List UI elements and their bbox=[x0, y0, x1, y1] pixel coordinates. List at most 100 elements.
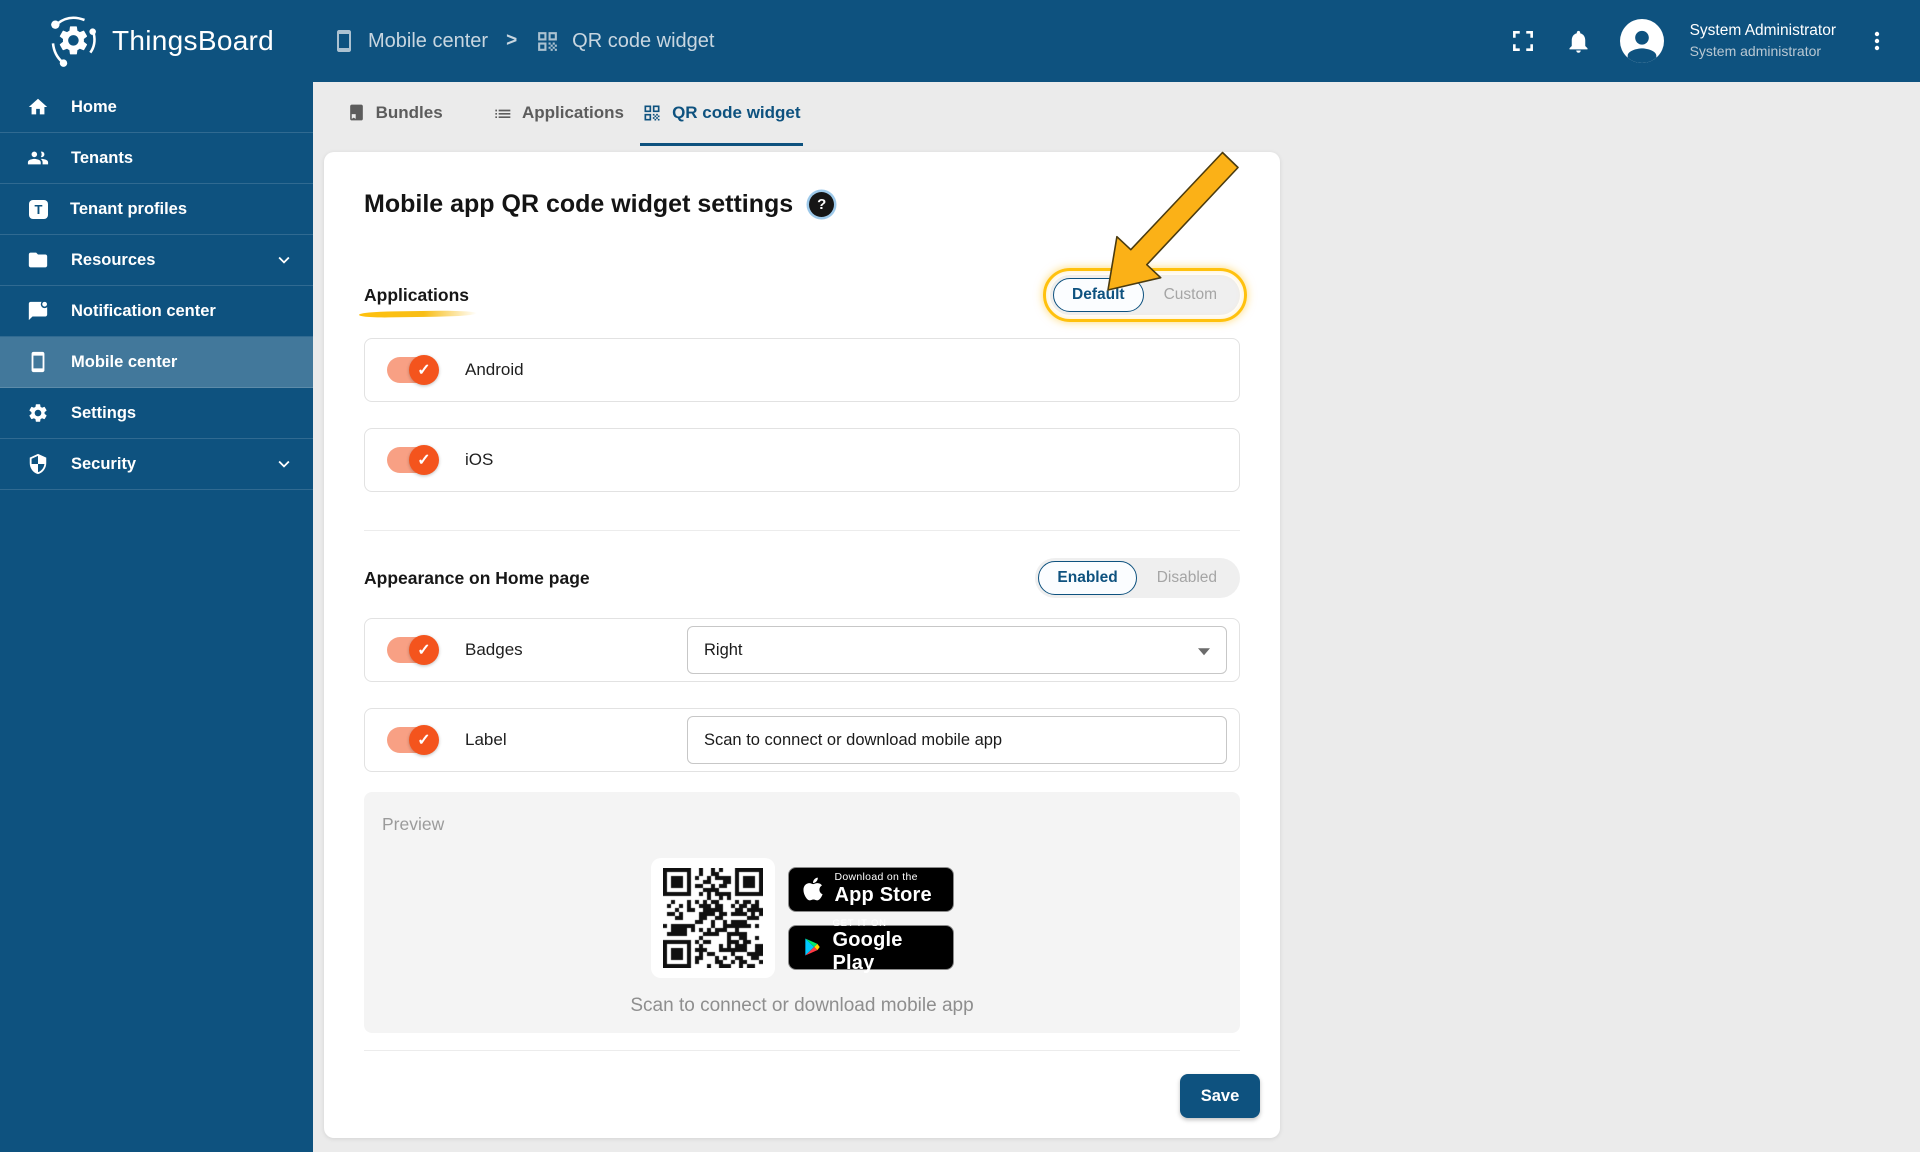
badges-toggle[interactable] bbox=[387, 635, 439, 665]
yellow-marker-annotation bbox=[358, 309, 478, 318]
folder-icon bbox=[28, 252, 48, 268]
appearance-section-heading: Appearance on Home page bbox=[364, 567, 590, 588]
chevron-down-icon bbox=[278, 460, 290, 468]
badges-position-select[interactable]: Right bbox=[687, 626, 1227, 674]
tab-label: QR code widget bbox=[672, 102, 801, 122]
badge-title: App Store bbox=[834, 883, 932, 906]
state-toggle-group: Enabled Disabled bbox=[1035, 558, 1240, 598]
section-divider bbox=[364, 530, 1240, 531]
badges-label: Badges bbox=[465, 640, 523, 659]
avatar[interactable] bbox=[1619, 19, 1664, 63]
qr-code-icon bbox=[538, 31, 558, 51]
settings-icon bbox=[29, 404, 47, 422]
android-toggle[interactable] bbox=[387, 355, 439, 385]
label-text-input[interactable] bbox=[687, 716, 1227, 764]
preview-panel: Preview Download on the App Store GET IT… bbox=[364, 792, 1240, 1033]
android-row: Android bbox=[364, 338, 1240, 402]
tab-qr-code-widget[interactable]: QR code widget bbox=[639, 82, 803, 146]
mode-option-custom[interactable]: Custom bbox=[1144, 278, 1237, 312]
badge-subtitle: Download on the bbox=[834, 871, 918, 884]
app-name: ThingsBoard bbox=[112, 25, 275, 56]
page-title: Mobile app QR code widget settings bbox=[364, 189, 794, 218]
bell-icon bbox=[1569, 30, 1588, 53]
security-shield-icon bbox=[29, 453, 47, 475]
preview-caption: Scan to connect or download mobile app bbox=[630, 995, 974, 1016]
app-header: ThingsBoard Mobile center > QR code widg… bbox=[0, 0, 1920, 82]
header-actions: System Administrator System administrato… bbox=[1508, 19, 1920, 63]
sidebar-item-mobile-center[interactable]: Mobile center bbox=[0, 337, 313, 388]
sidebar-item-tenants[interactable]: Tenants bbox=[0, 133, 313, 184]
state-option-enabled[interactable]: Enabled bbox=[1038, 561, 1137, 595]
applications-section-heading: Applications bbox=[358, 285, 478, 318]
tab-bar: Bundles Applications QR code widget bbox=[313, 82, 803, 146]
qr-code-icon bbox=[644, 105, 660, 120]
label-toggle[interactable] bbox=[387, 725, 439, 755]
smartphone-icon bbox=[337, 30, 351, 52]
apple-icon bbox=[802, 877, 823, 901]
mode-toggle-group: Default Custom bbox=[1043, 268, 1247, 322]
breadcrumb: Mobile center > QR code widget bbox=[332, 29, 714, 54]
notifications-button[interactable] bbox=[1564, 26, 1594, 56]
sidebar: Home Tenants T Tenant profiles Resources… bbox=[0, 82, 313, 1152]
more-menu-button[interactable] bbox=[1862, 26, 1892, 56]
list-icon bbox=[495, 109, 511, 118]
user-icon bbox=[1627, 30, 1656, 63]
help-icon[interactable]: ? bbox=[809, 191, 835, 217]
sidebar-item-settings[interactable]: Settings bbox=[0, 388, 313, 439]
home-icon bbox=[28, 98, 48, 115]
qr-code-preview bbox=[650, 858, 775, 978]
tab-label: Applications bbox=[521, 102, 624, 122]
tenants-icon bbox=[27, 151, 49, 165]
badge-subtitle: GET IT ON bbox=[832, 917, 887, 929]
tab-applications[interactable]: Applications bbox=[476, 82, 639, 146]
google-play-badge: GET IT ON Google Play bbox=[787, 918, 954, 974]
sidebar-item-tenant-profiles[interactable]: T Tenant profiles bbox=[0, 184, 313, 235]
mode-option-default[interactable]: Default bbox=[1053, 278, 1144, 312]
breadcrumb-label: Mobile center bbox=[368, 29, 489, 52]
sidebar-item-label: Security bbox=[71, 454, 137, 473]
select-value: Right bbox=[704, 640, 743, 659]
actions-divider bbox=[364, 1050, 1240, 1051]
smartphone-icon bbox=[31, 351, 45, 373]
tenant-profiles-icon: T bbox=[29, 199, 48, 219]
ios-row: iOS bbox=[364, 428, 1240, 492]
bundles-icon bbox=[349, 104, 363, 121]
app-logo[interactable]: ThingsBoard bbox=[0, 13, 332, 69]
sidebar-item-label: Tenants bbox=[71, 148, 134, 167]
tab-label: Bundles bbox=[375, 102, 443, 122]
sidebar-item-resources[interactable]: Resources bbox=[0, 235, 313, 286]
label-label: Label bbox=[465, 730, 507, 749]
fullscreen-button[interactable] bbox=[1508, 26, 1538, 56]
sidebar-item-label: Tenant profiles bbox=[70, 199, 188, 218]
badge-title: Google Play bbox=[832, 929, 903, 975]
check-icon bbox=[409, 635, 439, 665]
chevron-down-icon bbox=[278, 256, 290, 264]
sidebar-item-security[interactable]: Security bbox=[0, 439, 313, 490]
user-name: System Administrator bbox=[1689, 22, 1836, 40]
app-store-badge: Download on the App Store bbox=[787, 866, 954, 912]
state-option-disabled[interactable]: Disabled bbox=[1137, 561, 1237, 595]
breadcrumb-qr-code-widget[interactable]: QR code widget bbox=[535, 29, 714, 54]
breadcrumb-label: QR code widget bbox=[572, 29, 715, 52]
tab-bundles[interactable]: Bundles bbox=[313, 82, 476, 146]
sidebar-item-label: Mobile center bbox=[71, 352, 178, 371]
check-icon bbox=[409, 445, 439, 475]
main-content: Bundles Applications QR code widget Mobi… bbox=[313, 82, 1920, 1152]
notification-center-icon bbox=[28, 300, 49, 321]
label-row: Label bbox=[364, 708, 1240, 772]
chevron-down-icon bbox=[1198, 648, 1210, 656]
qr-code-image bbox=[662, 868, 763, 968]
breadcrumb-mobile-center[interactable]: Mobile center bbox=[332, 29, 488, 53]
breadcrumb-separator: > bbox=[506, 30, 518, 51]
sidebar-item-home[interactable]: Home bbox=[0, 82, 313, 133]
sidebar-item-notification-center[interactable]: Notification center bbox=[0, 286, 313, 337]
save-button[interactable]: Save bbox=[1180, 1074, 1260, 1118]
user-info: System Administrator System administrato… bbox=[1690, 21, 1836, 61]
sidebar-item-label: Home bbox=[71, 97, 117, 116]
ios-toggle[interactable] bbox=[387, 445, 439, 475]
fullscreen-icon bbox=[1512, 31, 1533, 51]
badges-row: Badges Right bbox=[364, 618, 1240, 682]
android-label: Android bbox=[465, 360, 524, 379]
check-icon bbox=[409, 355, 439, 385]
settings-card: Mobile app QR code widget settings ? App… bbox=[324, 152, 1280, 1138]
